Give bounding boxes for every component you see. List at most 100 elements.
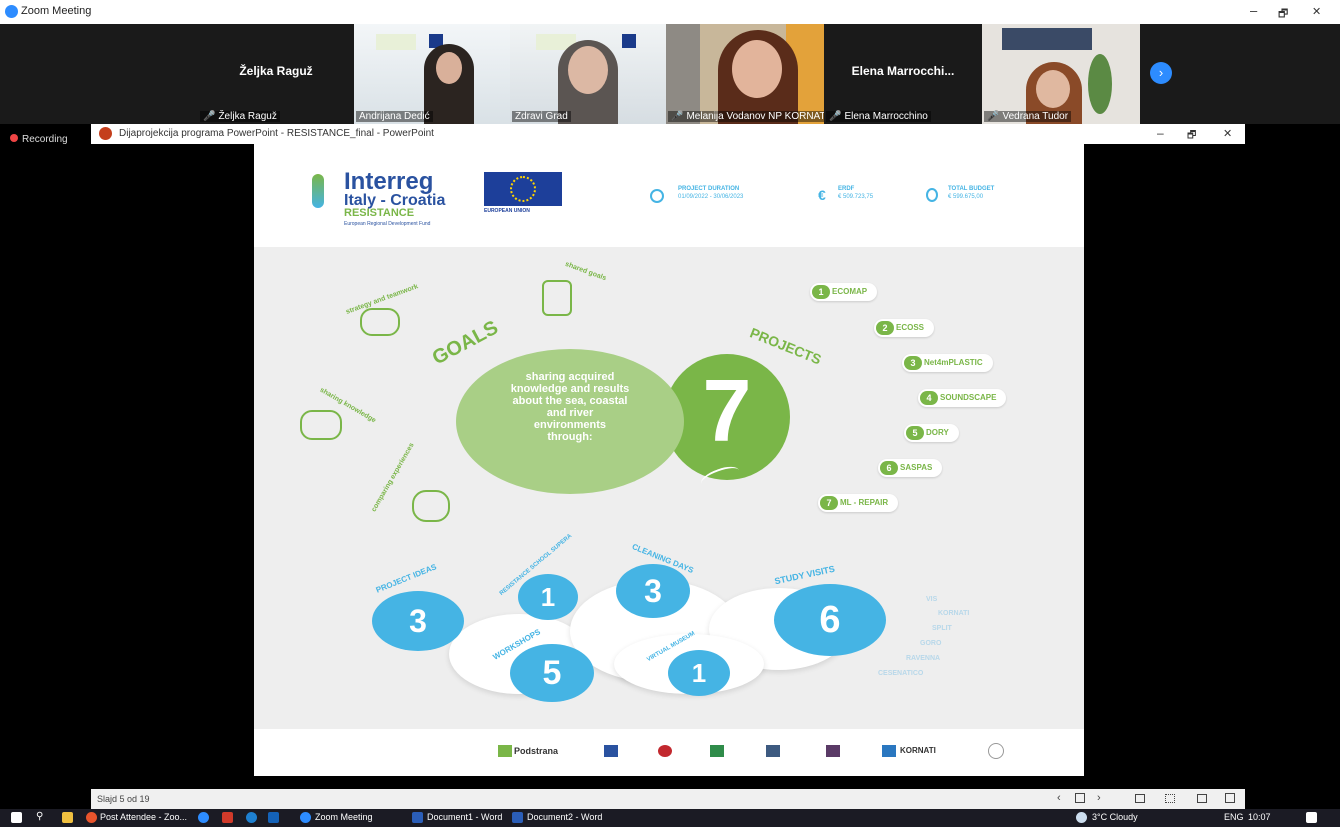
cleaning-days-count: 3 [616, 564, 690, 618]
edge-icon[interactable] [246, 812, 257, 823]
zoom-icon[interactable] [300, 812, 311, 823]
ppt-maximize-button[interactable]: 🗗 [1187, 128, 1196, 145]
recording-indicator[interactable]: Recording [10, 134, 68, 145]
museum-count: 1 [668, 650, 730, 696]
participant-tile[interactable]: Andrijana Dedić [354, 24, 510, 124]
project-pill: 7 ML - REPAIR [818, 494, 899, 512]
normal-view-icon[interactable] [1135, 794, 1145, 803]
muted-mic-icon: 🎤 [671, 111, 684, 122]
ppt-status-bar: Slajd 5 od 19 ‹ › [91, 789, 1245, 809]
eu-flag-icon [484, 172, 562, 206]
participant-tile[interactable]: Elena Marrocchi... 🎤 Elena Marrocchino [824, 24, 982, 124]
project-ideas-label: PROJECT IDEAS [374, 562, 438, 595]
partner-logo-icon [766, 745, 780, 757]
euro-icon: € [818, 187, 826, 203]
muted-mic-icon: 🎤 [203, 111, 216, 122]
slideshow-icon[interactable] [1225, 793, 1235, 803]
weather-text[interactable]: 3°C Cloudy [1092, 812, 1138, 822]
participant-tile[interactable]: Zdravi Grad [510, 24, 666, 124]
goals-center-text: sharing acquired knowledge and results a… [510, 371, 630, 443]
eu-flag-icon [622, 34, 636, 48]
next-page-arrow-icon[interactable]: › [1150, 62, 1172, 84]
participant-name: 🎤 Željka Raguž [200, 111, 280, 122]
goals-heading: GOALS [428, 316, 502, 370]
project-pill: 2 ECOSS [874, 319, 935, 337]
outlook-icon[interactable] [268, 812, 279, 823]
windows-start-icon[interactable] [11, 812, 22, 823]
participant-tile[interactable]: Željka Raguž 🎤 Željka Raguž [198, 24, 354, 124]
project-number: 7 [820, 496, 838, 510]
word-icon[interactable] [412, 812, 423, 823]
goal-label: comparing experiences [370, 441, 416, 514]
duration-value: 01/09/2022 - 30/06/2023 [678, 194, 744, 200]
ppt-close-button[interactable]: ✕ [1223, 127, 1232, 140]
slide-menu-icon[interactable] [1075, 793, 1085, 803]
partner-logo-icon [882, 745, 896, 757]
teamwork-icon [360, 308, 400, 336]
close-button[interactable]: ✕ [1312, 5, 1321, 18]
slide-sorter-icon[interactable] [1165, 794, 1175, 803]
chrome-icon[interactable] [86, 812, 97, 823]
budget-value: € 599.675,00 [948, 194, 984, 200]
background-picture [1002, 28, 1092, 50]
participant-gallery: Željka Raguž 🎤 Željka Raguž Andrijana Ded… [0, 24, 1340, 124]
next-slide-icon[interactable]: › [1097, 792, 1101, 804]
project-pill: 3 Net4mPLASTIC [902, 354, 993, 372]
participant-name: 🎤 Elena Marrocchino [826, 111, 931, 122]
handshake-icon [542, 280, 572, 316]
study-visits-label: STUDY VISITS [773, 563, 836, 587]
taskbar-item[interactable]: Zoom Meeting [315, 812, 373, 822]
project-number: 4 [920, 391, 938, 405]
reading-view-icon[interactable] [1197, 794, 1207, 803]
word-icon[interactable] [512, 812, 523, 823]
powerpoint-icon [99, 127, 112, 140]
clock[interactable]: 10:07 [1248, 812, 1271, 822]
taskbar-item[interactable]: Document2 - Word [527, 812, 602, 822]
brand-fund: European Regional Development Fund [344, 221, 431, 227]
zoom-logo-icon [5, 5, 18, 18]
interreg-poster [376, 34, 416, 50]
project-number: 2 [876, 321, 894, 335]
app-icon[interactable] [222, 812, 233, 823]
taskbar-item[interactable]: Document1 - Word [427, 812, 502, 822]
prev-slide-icon[interactable]: ‹ [1057, 792, 1061, 804]
app-icon[interactable] [198, 812, 209, 823]
visit-location: SPLIT [932, 625, 952, 632]
participant-tile[interactable]: 🎤 Vedrana Tudor [982, 24, 1140, 124]
slide-counter: Slajd 5 od 19 [97, 794, 150, 804]
visit-location: VIS [926, 596, 938, 603]
maximize-button[interactable]: 🗗 [1278, 5, 1288, 24]
notifications-icon[interactable] [1306, 812, 1317, 823]
ppt-minimize-button[interactable]: – [1157, 126, 1164, 140]
workshops-count: 5 [510, 644, 594, 702]
project-name: ML - REPAIR [840, 498, 889, 507]
brand-project: RESISTANCE [344, 207, 415, 219]
minimize-button[interactable]: – [1250, 3, 1257, 18]
language-indicator[interactable]: ENG [1224, 812, 1244, 822]
project-name: Net4mPLASTIC [924, 358, 983, 367]
person-face [568, 46, 608, 94]
search-icon[interactable]: ⚲ [36, 811, 43, 822]
partner-logo-icon [604, 745, 618, 757]
project-pill: 6 SASPAS [878, 459, 943, 477]
duration-label: PROJECT DURATION [678, 186, 740, 192]
background-shelf [666, 24, 700, 124]
participant-name: 🎤 Melanija Vodanov NP KORNATI [668, 111, 824, 122]
person-face [436, 52, 462, 84]
participant-name-large: Željka Raguž [239, 64, 313, 78]
file-explorer-icon[interactable] [62, 812, 73, 823]
eu-label: EUROPEAN UNION [484, 208, 530, 214]
person-face [732, 40, 782, 98]
project-name: ECOMAP [832, 287, 868, 296]
project-number: 5 [906, 426, 924, 440]
zoom-window-title: Zoom Meeting [21, 5, 92, 17]
project-number: 1 [812, 285, 830, 299]
taskbar-item[interactable]: Post Attendee - Zoo... [100, 812, 187, 822]
visit-location: GORO [920, 640, 942, 647]
muted-mic-icon: 🎤 [987, 111, 1000, 122]
partner-name: Podstrana [514, 746, 559, 756]
participant-tile[interactable]: 🎤 Melanija Vodanov NP KORNATI [666, 24, 824, 124]
money-bag-icon [926, 188, 938, 202]
visit-location: CESENATICO [878, 670, 924, 677]
school-count: 1 [518, 574, 578, 620]
